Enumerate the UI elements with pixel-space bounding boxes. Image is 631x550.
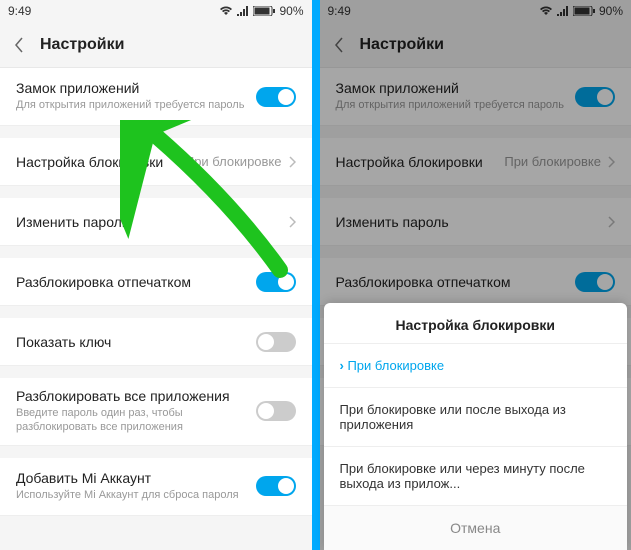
page-title: Настройки [360, 36, 444, 54]
back-button[interactable] [10, 36, 28, 54]
row-mi-account[interactable]: Добавить Mi Аккаунт Используйте Mi Аккау… [0, 458, 312, 516]
status-bar: 9:49 90% [320, 0, 631, 22]
row-sub: Используйте Mi Аккаунт для сброса пароля [16, 488, 256, 502]
toggle-unlock-all[interactable] [256, 401, 296, 421]
toggle-mi-account[interactable] [256, 476, 296, 496]
header: Настройки [0, 22, 312, 68]
chevron-right-icon [288, 216, 296, 228]
toggle-fingerprint[interactable] [256, 272, 296, 292]
row-fingerprint[interactable]: Разблокировка отпечатком [320, 258, 631, 306]
phone-right: 9:49 90% Настройки Замок приложений Для … [320, 0, 631, 550]
signal-icon [557, 6, 569, 16]
row-title: Настройка блокировки [16, 154, 185, 170]
page-title: Настройки [40, 36, 124, 54]
sheet-option-1[interactable]: При блокировке [324, 343, 628, 387]
row-app-lock[interactable]: Замок приложений Для открытия приложений… [320, 68, 631, 126]
row-title: Добавить Mi Аккаунт [16, 470, 256, 486]
chevron-left-icon [14, 37, 24, 53]
bottom-sheet: Настройка блокировки При блокировке При … [324, 303, 628, 550]
row-change-password[interactable]: Изменить пароль [320, 198, 631, 246]
status-time: 9:49 [8, 4, 31, 18]
wifi-icon [219, 6, 233, 16]
row-change-password[interactable]: Изменить пароль [0, 198, 312, 246]
row-title: Разблокировать все приложения [16, 388, 256, 404]
row-title: Показать ключ [16, 334, 256, 350]
battery-icon [253, 6, 275, 16]
row-fingerprint[interactable]: Разблокировка отпечатком [0, 258, 312, 306]
battery-icon [573, 6, 595, 16]
status-right: 90% [219, 4, 303, 18]
toggle-app-lock[interactable] [256, 87, 296, 107]
battery-percent: 90% [279, 4, 303, 18]
toggle-fingerprint[interactable] [575, 272, 615, 292]
row-app-lock[interactable]: Замок приложений Для открытия приложений… [0, 68, 312, 126]
chevron-right-icon [607, 216, 615, 228]
row-lock-setting[interactable]: Настройка блокировки При блокировке [320, 138, 631, 186]
row-sub: Для открытия приложений требуется пароль [16, 98, 256, 112]
chevron-right-icon [288, 156, 296, 168]
status-bar: 9:49 90% [0, 0, 312, 22]
chevron-right-icon [607, 156, 615, 168]
row-lock-setting[interactable]: Настройка блокировки При блокировке [0, 138, 312, 186]
sheet-option-2[interactable]: При блокировке или после выхода из прило… [324, 387, 628, 446]
row-title: Изменить пароль [16, 214, 288, 230]
status-time: 9:49 [328, 4, 351, 18]
phone-left: 9:49 90% Настройки Замок приложений Для … [0, 0, 312, 550]
header: Настройки [320, 22, 631, 68]
back-button[interactable] [330, 36, 348, 54]
status-right: 90% [539, 4, 623, 18]
sheet-cancel[interactable]: Отмена [324, 505, 628, 550]
chevron-left-icon [334, 37, 344, 53]
row-show-key[interactable]: Показать ключ [0, 318, 312, 366]
sheet-option-3[interactable]: При блокировке или через минуту после вы… [324, 446, 628, 505]
signal-icon [237, 6, 249, 16]
battery-percent: 90% [599, 4, 623, 18]
toggle-show-key[interactable] [256, 332, 296, 352]
row-title: Разблокировка отпечатком [16, 274, 256, 290]
row-sub: Введите пароль один раз, чтобы разблокир… [16, 406, 256, 435]
wifi-icon [539, 6, 553, 16]
row-value: При блокировке [185, 154, 282, 169]
row-unlock-all[interactable]: Разблокировать все приложения Введите па… [0, 378, 312, 446]
settings-list: Замок приложений Для открытия приложений… [0, 68, 312, 126]
sheet-title: Настройка блокировки [324, 303, 628, 343]
row-title: Замок приложений [16, 80, 256, 96]
toggle-app-lock[interactable] [575, 87, 615, 107]
